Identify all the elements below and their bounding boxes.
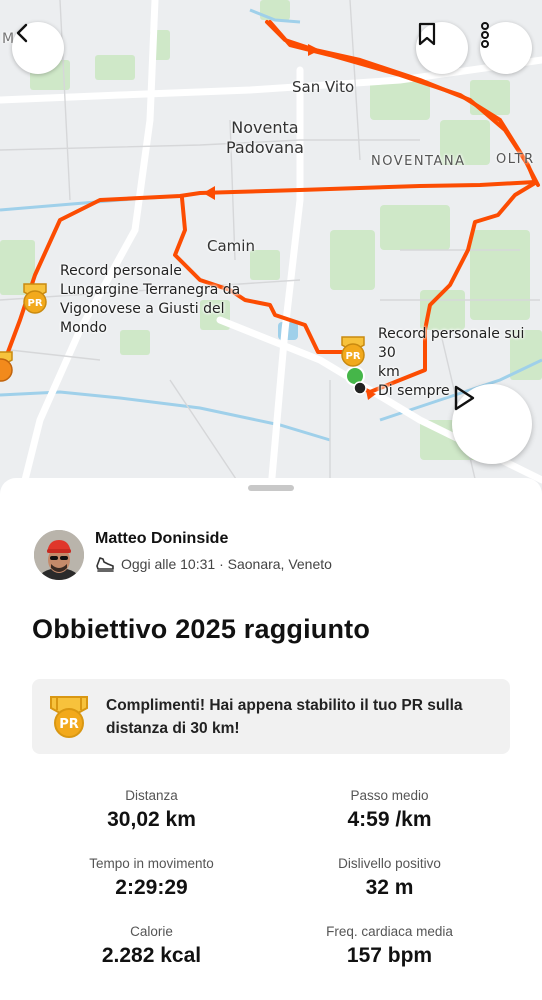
pr-badge-icon: PR xyxy=(48,694,90,740)
map-label-san-vito: San Vito xyxy=(292,78,355,96)
pr-pin-edge-icon[interactable] xyxy=(0,350,16,384)
stat-label: Tempo in movimento xyxy=(89,856,214,871)
stat-label: Calorie xyxy=(130,924,173,939)
stat-value: 2:29:29 xyxy=(115,876,188,899)
play-icon xyxy=(454,385,475,411)
svg-text:PR: PR xyxy=(59,717,79,732)
activity-meta: Oggi alle 10:31 · Saonara, Veneto xyxy=(95,555,332,573)
stat-moving-time: Tempo in movimento 2:29:29 xyxy=(16,856,287,900)
route-map[interactable]: M SE San Vito Noventa Padovana NOVENTANA… xyxy=(0,0,542,500)
play-flyover-button[interactable] xyxy=(452,384,532,464)
map-label-noventa-padovana: Noventa Padovana xyxy=(226,118,304,157)
pr-banner-text: Complimenti! Hai appena stabilito il tuo… xyxy=(106,697,463,737)
pr-caption-left: Record personale Lungargine Terranegra d… xyxy=(60,263,241,336)
bookmark-button[interactable] xyxy=(416,22,468,74)
map-label-noventana: NOVENTANA xyxy=(371,154,466,169)
avatar-image xyxy=(34,530,84,580)
activity-sheet: Matteo Doninside Oggi alle 10:31 · Saona… xyxy=(0,478,542,1000)
stat-avg-pace: Passo medio 4:59 /km xyxy=(254,788,525,832)
stat-avg-heart-rate: Freq. cardiaca media 157 bpm xyxy=(254,924,525,968)
chevron-left-icon xyxy=(16,23,28,43)
sheet-drag-handle[interactable] xyxy=(248,485,294,491)
stat-label: Passo medio xyxy=(350,788,429,803)
shoe-icon xyxy=(96,557,114,572)
stat-value: 30,02 km xyxy=(107,808,196,831)
stat-elevation-gain: Dislivello positivo 32 m xyxy=(254,856,525,900)
stat-value: 157 bpm xyxy=(346,944,433,967)
map-label-oltre: OLTR xyxy=(496,152,535,167)
pr-pin-right-icon[interactable]: PR xyxy=(338,335,368,369)
pr-pin-left-icon[interactable]: PR xyxy=(20,282,50,316)
bookmark-icon xyxy=(418,22,436,46)
more-options-button[interactable] xyxy=(480,22,532,74)
stat-value: 2.282 kcal xyxy=(101,944,202,967)
map-label-camin: Camin xyxy=(207,237,255,255)
stat-calories: Calorie 2.282 kcal xyxy=(16,924,287,968)
activity-meta-text: Oggi alle 10:31 · Saonara, Veneto xyxy=(121,556,332,572)
pr-banner[interactable]: PR Complimenti! Hai appena stabilito il … xyxy=(32,679,510,754)
avatar[interactable] xyxy=(34,530,84,580)
activity-title: Obbiettivo 2025 raggiunto xyxy=(32,614,371,644)
stat-label: Distanza xyxy=(125,788,178,803)
more-vertical-icon xyxy=(481,22,489,48)
back-button[interactable] xyxy=(12,22,64,74)
athlete-name[interactable]: Matteo Doninside xyxy=(95,530,228,548)
stat-label: Dislivello positivo xyxy=(338,856,441,871)
stat-label: Freq. cardiaca media xyxy=(326,924,453,939)
stat-value: 4:59 /km xyxy=(347,808,432,831)
svg-text:PR: PR xyxy=(27,298,42,309)
stat-distance: Distanza 30,02 km xyxy=(16,788,287,832)
svg-text:PR: PR xyxy=(345,351,360,362)
stat-value: 32 m xyxy=(365,876,414,899)
